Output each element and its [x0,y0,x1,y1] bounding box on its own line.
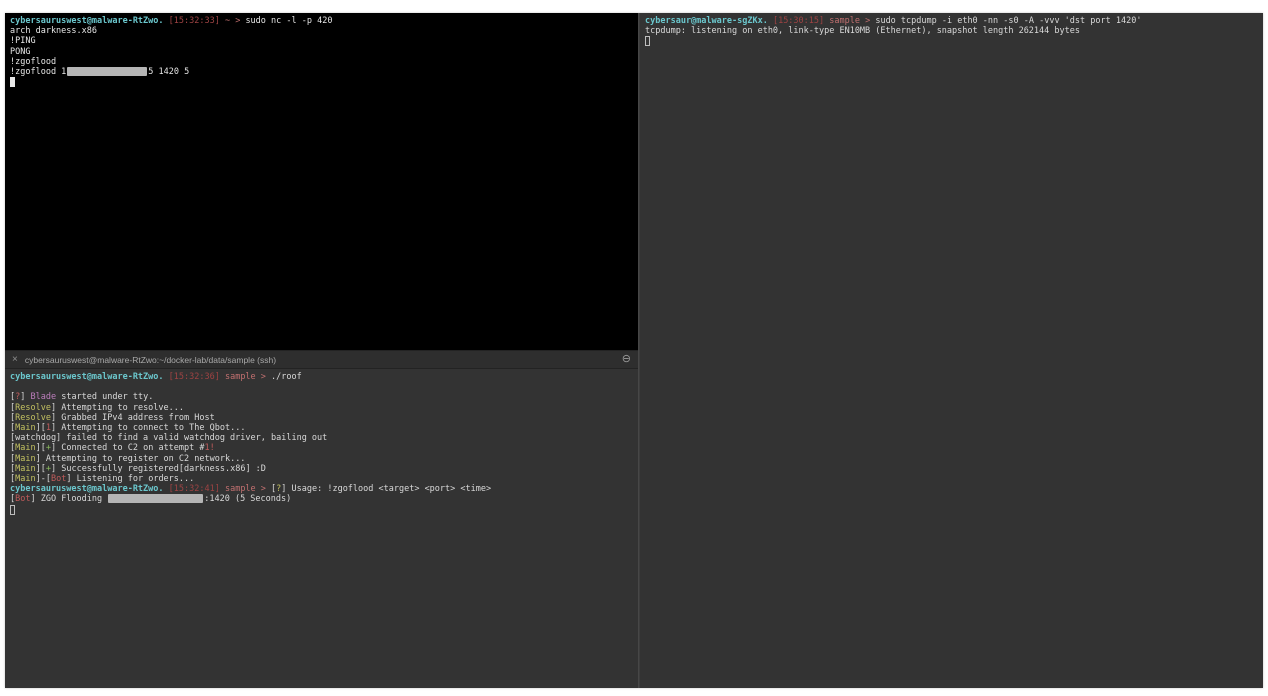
terminal-cursor [10,77,15,87]
terminal-cursor [645,36,650,46]
terminal-line: cybersauruswest@malware-RtZwo. [15:32:33… [10,16,633,26]
terminal-line [10,382,633,392]
netcat-terminal-pane[interactable]: cybersauruswest@malware-RtZwo. [15:32:33… [5,13,638,350]
redacted-ip-block [67,67,147,76]
tab-title[interactable]: cybersauruswest@malware-RtZwo:~/docker-l… [25,355,276,365]
left-column: cybersauruswest@malware-RtZwo. [15:32:33… [5,13,639,688]
terminal-line: [Main][+] Connected to C2 on attempt #1! [10,443,633,453]
terminal-line: [Resolve] Attempting to resolve... [10,403,633,413]
tcpdump-terminal-pane[interactable]: cybersaur@malware-sgZKx. [15:30:15] samp… [639,13,1263,688]
bot-terminal-pane[interactable]: cybersauruswest@malware-RtZwo. [15:32:36… [5,369,638,688]
terminal-line: [Main] Attempting to register on C2 netw… [10,454,633,464]
terminal-line [10,505,633,515]
terminal-line: cybersauruswest@malware-RtZwo. [15:32:41… [10,484,633,494]
terminal-line: PONG [10,47,633,57]
terminal-line: tcpdump: listening on eth0, link-type EN… [645,26,1258,36]
terminal-line: cybersauruswest@malware-RtZwo. [15:32:36… [10,372,633,382]
terminal-line: [Main][+] Successfully registered[darkne… [10,464,633,474]
terminal-line [10,77,633,87]
redacted-ip-block [108,494,203,503]
terminal-line: [Resolve] Grabbed IPv4 address from Host [10,413,633,423]
terminal-line: arch darkness.x86 [10,26,633,36]
tab-bar: × cybersauruswest@malware-RtZwo:~/docker… [5,350,638,369]
terminal-window: cybersauruswest@malware-RtZwo. [15:32:33… [5,13,1263,688]
terminal-line: [Bot] ZGO Flooding :1420 (5 Seconds) [10,494,633,504]
terminal-line [645,36,1258,46]
collapse-pane-icon[interactable]: ⊖ [622,354,631,365]
terminal-line: [Main]-[Bot] Listening for orders... [10,474,633,484]
terminal-line: [?] Blade started under tty. [10,392,633,402]
close-icon[interactable]: × [12,354,18,365]
terminal-line: cybersaur@malware-sgZKx. [15:30:15] samp… [645,16,1258,26]
terminal-cursor [10,505,15,515]
terminal-line: !PING [10,36,633,46]
terminal-line: [Main][1] Attempting to connect to The Q… [10,423,633,433]
terminal-line: !zgoflood [10,57,633,67]
terminal-line: !zgoflood 15 1420 5 [10,67,633,77]
terminal-line: [watchdog] failed to find a valid watchd… [10,433,633,443]
